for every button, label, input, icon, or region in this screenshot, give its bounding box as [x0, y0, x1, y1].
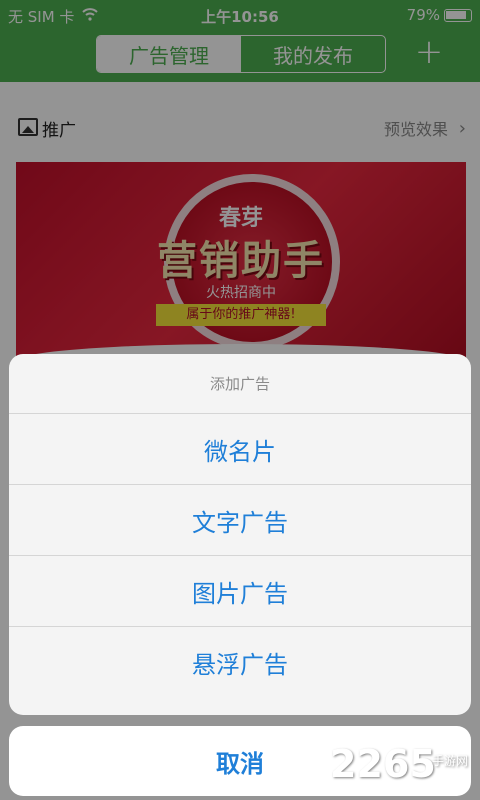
option-image-ad[interactable]: 图片广告: [9, 556, 471, 627]
action-sheet: 添加广告 微名片 文字广告 图片广告 悬浮广告: [9, 354, 471, 715]
site-watermark-sub: 手游网: [432, 754, 469, 768]
site-watermark: 2265: [330, 742, 436, 786]
action-sheet-title: 添加广告: [9, 354, 471, 414]
option-micro-card[interactable]: 微名片: [9, 414, 471, 485]
option-text-ad[interactable]: 文字广告: [9, 485, 471, 556]
option-floating-ad[interactable]: 悬浮广告: [9, 627, 471, 698]
